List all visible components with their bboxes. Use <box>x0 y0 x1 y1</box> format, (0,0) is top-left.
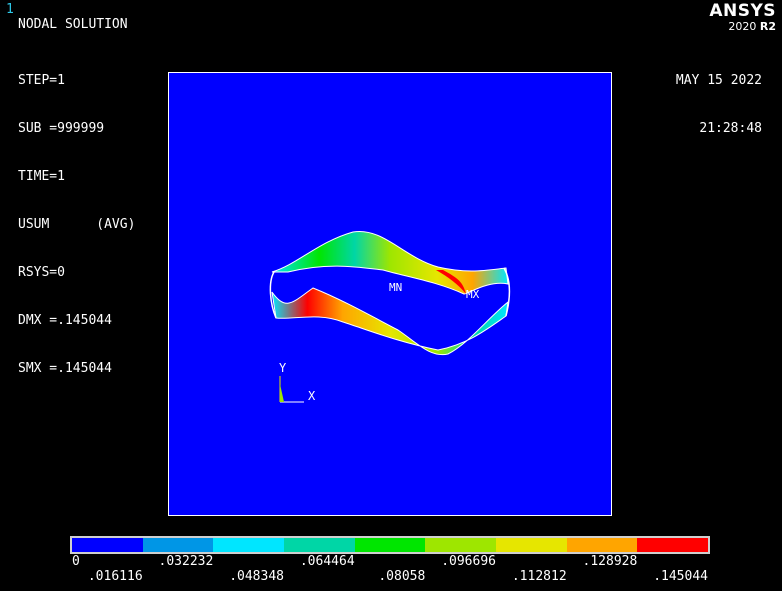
legend-tick-upper: .096696 <box>441 554 496 569</box>
legend-segment <box>284 538 355 552</box>
logo-release: R2 <box>759 20 776 33</box>
plot-time: 21:28:48 <box>699 121 762 136</box>
info-rsys: RSYS=0 <box>18 265 65 280</box>
logo-version-year: 2020 <box>728 20 757 33</box>
legend-segment <box>72 538 143 552</box>
deformed-model[interactable]: Y X MN MX <box>168 72 612 516</box>
legend-tick-upper: 0 <box>72 554 80 569</box>
axis-x-label: X <box>308 389 316 403</box>
legend-segment <box>142 538 214 552</box>
logo-version: 2020 R2 <box>709 21 776 33</box>
min-marker: MN <box>389 281 402 294</box>
legend-tick-upper: .064464 <box>299 554 355 569</box>
plot-date: MAY 15 2022 <box>675 73 762 88</box>
window-number: 1 <box>6 2 14 17</box>
info-step: STEP=1 <box>18 73 65 88</box>
legend-segment <box>354 538 426 552</box>
legend-tick-upper: .128928 <box>582 554 638 569</box>
legend-tick-lower: .016116 <box>87 569 143 584</box>
legend-segment <box>425 538 497 552</box>
legend-tick-lower: .112812 <box>511 569 567 584</box>
axis-triad <box>279 376 304 403</box>
contour-legend-bar <box>70 536 710 554</box>
max-marker: MX <box>466 288 480 301</box>
legend-segment <box>637 538 709 552</box>
info-smx: SMX =.145044 <box>18 361 112 376</box>
date-time: MAY 15 2022 21:28:48 <box>676 41 762 153</box>
logo-brand: ANSYS <box>709 1 776 21</box>
legend-segment <box>496 538 567 552</box>
legend-tick-lower: .048348 <box>229 569 284 584</box>
info-result: USUM (AVG) <box>18 217 136 232</box>
ansys-logo: ANSYS 2020 R2 <box>709 2 776 33</box>
info-dmx: DMX =.145044 <box>18 313 112 328</box>
legend-tick-lower: .08058 <box>378 569 426 584</box>
axis-y-label: Y <box>279 361 287 375</box>
plot-title: NODAL SOLUTION <box>18 17 128 32</box>
legend-segment <box>213 538 285 552</box>
legend-tick-upper: .032232 <box>158 554 214 569</box>
legend-tick-lower: .145044 <box>653 569 708 584</box>
info-sub: SUB =999999 <box>18 121 105 136</box>
legend-segment <box>566 538 638 552</box>
solution-info: STEP=1 SUB =999999 TIME=1 USUM (AVG) RSY… <box>18 41 135 393</box>
info-time: TIME=1 <box>18 169 65 184</box>
